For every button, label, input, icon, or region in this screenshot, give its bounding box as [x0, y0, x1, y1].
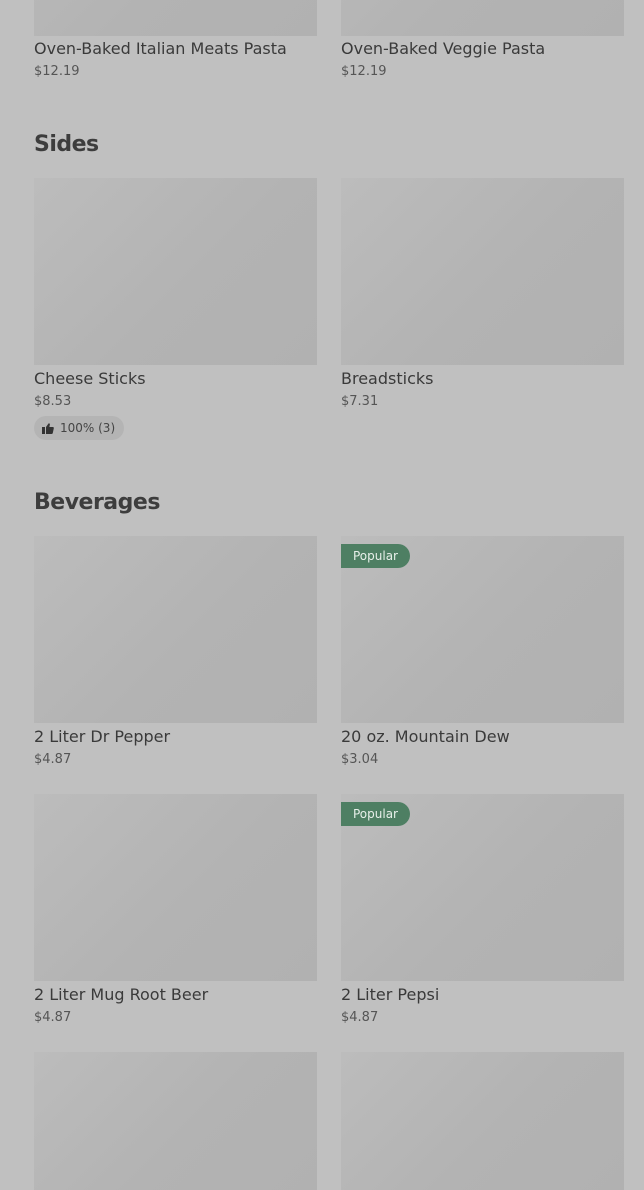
- item-name: 2 Liter Mug Root Beer: [34, 985, 209, 1004]
- item-image-placeholder: [34, 794, 317, 981]
- item-price: $12.19: [34, 64, 80, 79]
- item-image-placeholder: [34, 1052, 317, 1190]
- item-price: $8.53: [34, 394, 72, 409]
- section-title-sides: Sides: [34, 132, 99, 157]
- item-price: $4.87: [34, 752, 72, 767]
- item-price: $12.19: [341, 64, 387, 79]
- item-price: $4.87: [341, 1010, 379, 1025]
- item-image-placeholder: [34, 0, 317, 36]
- item-name: Oven-Baked Veggie Pasta: [341, 39, 546, 58]
- item-image-placeholder: [341, 0, 624, 36]
- menu-page: Oven-Baked Italian Meats Pasta $12.19 Ov…: [0, 0, 644, 1190]
- popular-badge: Popular: [341, 544, 410, 568]
- thumbs-up-icon: [42, 422, 54, 434]
- section-title-beverages: Beverages: [34, 490, 160, 515]
- item-image-placeholder: [34, 178, 317, 365]
- item-image-placeholder: [341, 1052, 624, 1190]
- item-name: 20 oz. Mountain Dew: [341, 727, 510, 746]
- item-name: Breadsticks: [341, 369, 434, 388]
- item-price: $4.87: [34, 1010, 72, 1025]
- item-name: 2 Liter Pepsi: [341, 985, 440, 1004]
- item-price: $7.31: [341, 394, 379, 409]
- item-name: 2 Liter Dr Pepper: [34, 727, 171, 746]
- item-name: Cheese Sticks: [34, 369, 146, 388]
- rating-text: 100% (3): [60, 421, 116, 435]
- item-name: Oven-Baked Italian Meats Pasta: [34, 39, 287, 58]
- popular-badge: Popular: [341, 802, 410, 826]
- item-image-placeholder: [341, 178, 624, 365]
- rating-pill: 100% (3): [34, 416, 125, 440]
- item-price: $3.04: [341, 752, 379, 767]
- item-image-placeholder: [34, 536, 317, 723]
